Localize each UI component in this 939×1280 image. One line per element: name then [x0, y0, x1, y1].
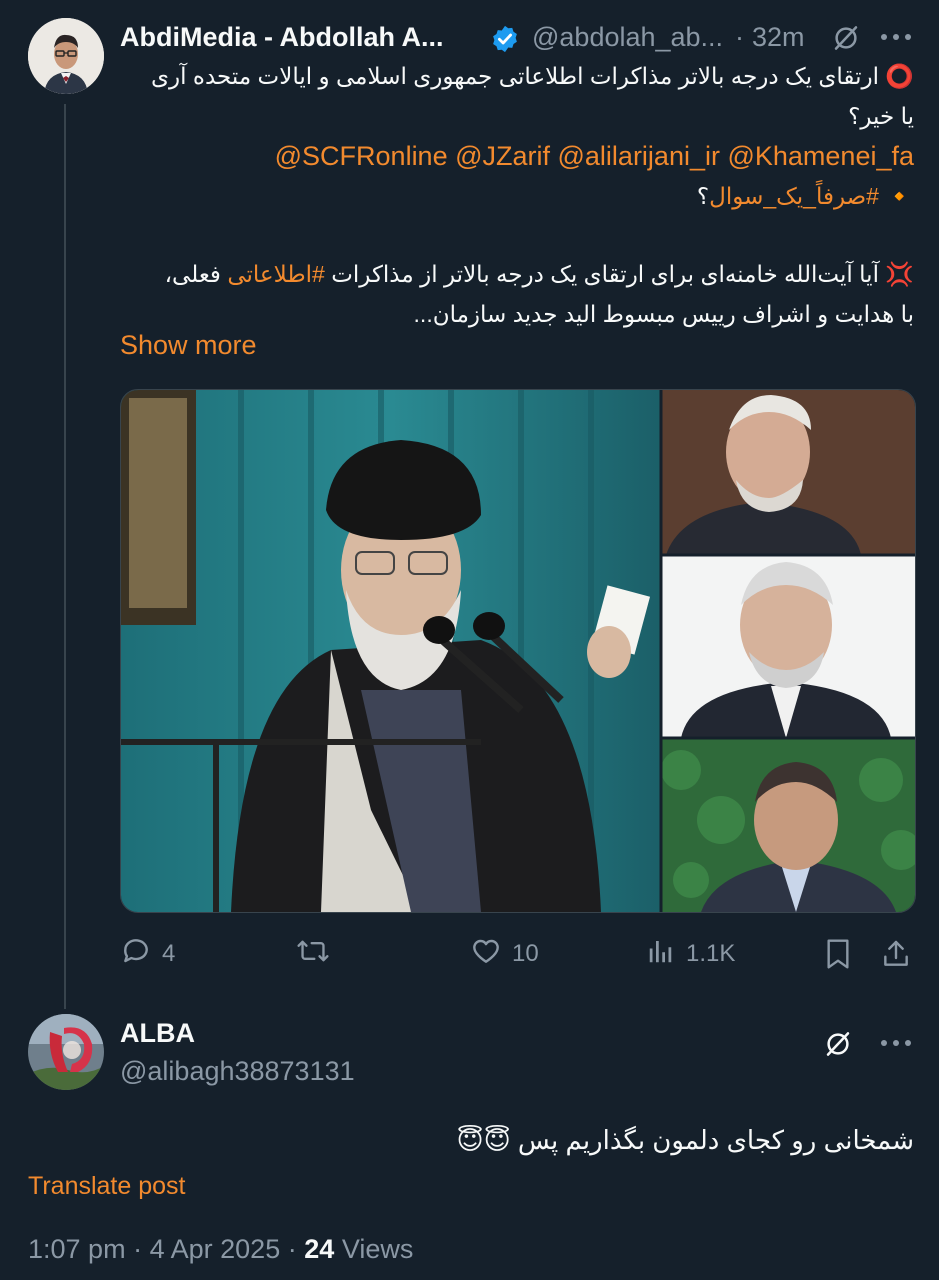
thread-line	[64, 104, 66, 1009]
tweet-hashtag-line: 🔸 #صرفاً_یک_سوال؟	[110, 176, 914, 216]
like-count: 10	[512, 940, 539, 967]
analytics-icon	[646, 936, 676, 973]
tweet-media-image[interactable]	[120, 389, 916, 913]
reply-button[interactable]: 4	[120, 936, 175, 972]
reply-author-avatar[interactable]	[28, 1014, 104, 1090]
meta-separator: ·	[287, 1234, 297, 1264]
diamond-icon: 🔸	[885, 183, 914, 209]
reply-grok-icon[interactable]	[820, 1026, 856, 1062]
tweet-text-line-3: 💢 آیا آیت‌الله خامنه‌ای برای ارتقای یک د…	[110, 254, 914, 294]
tweet-body-part-1: 💢 آیا آیت‌الله خامنه‌ای برای ارتقای یک د…	[331, 261, 914, 287]
views-count: 1.1K	[686, 940, 736, 967]
reply-views-count: 24	[304, 1234, 335, 1264]
translate-post-link[interactable]: Translate post	[28, 1172, 185, 1201]
author-handle[interactable]: @abdolah_ab...	[532, 22, 723, 53]
share-icon[interactable]	[876, 936, 916, 972]
author-avatar[interactable]	[28, 18, 104, 94]
meta-separator: ·	[133, 1234, 143, 1264]
reply-time[interactable]: 1:07 pm	[28, 1234, 126, 1264]
like-button[interactable]: 10	[470, 936, 539, 972]
reply-count: 4	[162, 940, 176, 967]
tweet-text-line-2: یا خیر؟	[848, 103, 914, 129]
hashtag-intelligence-link[interactable]: #اطلاعاتی	[227, 261, 325, 287]
tweet-text-line-1: ⭕ ارتقای یک درجه بالاتر مذاکرات اطلاعاتی…	[151, 63, 914, 89]
reply-author-name[interactable]: ALBA	[120, 1018, 195, 1049]
reply-author-handle[interactable]: @alibagh38873131	[120, 1056, 355, 1087]
post-time[interactable]: 32m	[752, 22, 805, 53]
reply-more-options-icon[interactable]	[876, 1028, 916, 1058]
reply-icon	[120, 935, 152, 974]
more-options-icon[interactable]	[876, 22, 916, 52]
heart-icon	[470, 935, 502, 974]
reply-meta: 1:07 pm · 4 Apr 2025 · 24 Views	[28, 1234, 413, 1265]
grok-icon[interactable]	[828, 20, 864, 56]
time-separator: ·	[735, 22, 744, 52]
retweet-icon	[296, 935, 330, 974]
tweet-text-line-4: با هدایت و اشراف رییس مبسوط الید جدید سا…	[413, 301, 914, 327]
bookmark-icon[interactable]	[820, 936, 856, 972]
reply-text: شمخانی رو کجای دلمون بگذاریم پس 😇😇	[456, 1125, 914, 1155]
reply-views-label: Views	[341, 1234, 414, 1264]
retweet-button[interactable]	[296, 936, 340, 972]
views-button[interactable]: 1.1K	[646, 936, 735, 972]
tweet-mentions[interactable]: @SCFRonline @JZarif @alilarijani_ir @Kha…	[120, 136, 914, 176]
verified-badge-icon	[490, 24, 520, 54]
hashtag-suffix: ؟	[696, 183, 710, 209]
author-name[interactable]: AbdiMedia - Abdollah A...	[120, 22, 444, 53]
show-more-link[interactable]: Show more	[120, 330, 257, 361]
tweet-body-part-2: فعلی،	[164, 261, 221, 287]
reply-date[interactable]: 4 Apr 2025	[150, 1234, 281, 1264]
hashtag-link[interactable]: #صرفاً_یک_سوال	[709, 183, 879, 209]
